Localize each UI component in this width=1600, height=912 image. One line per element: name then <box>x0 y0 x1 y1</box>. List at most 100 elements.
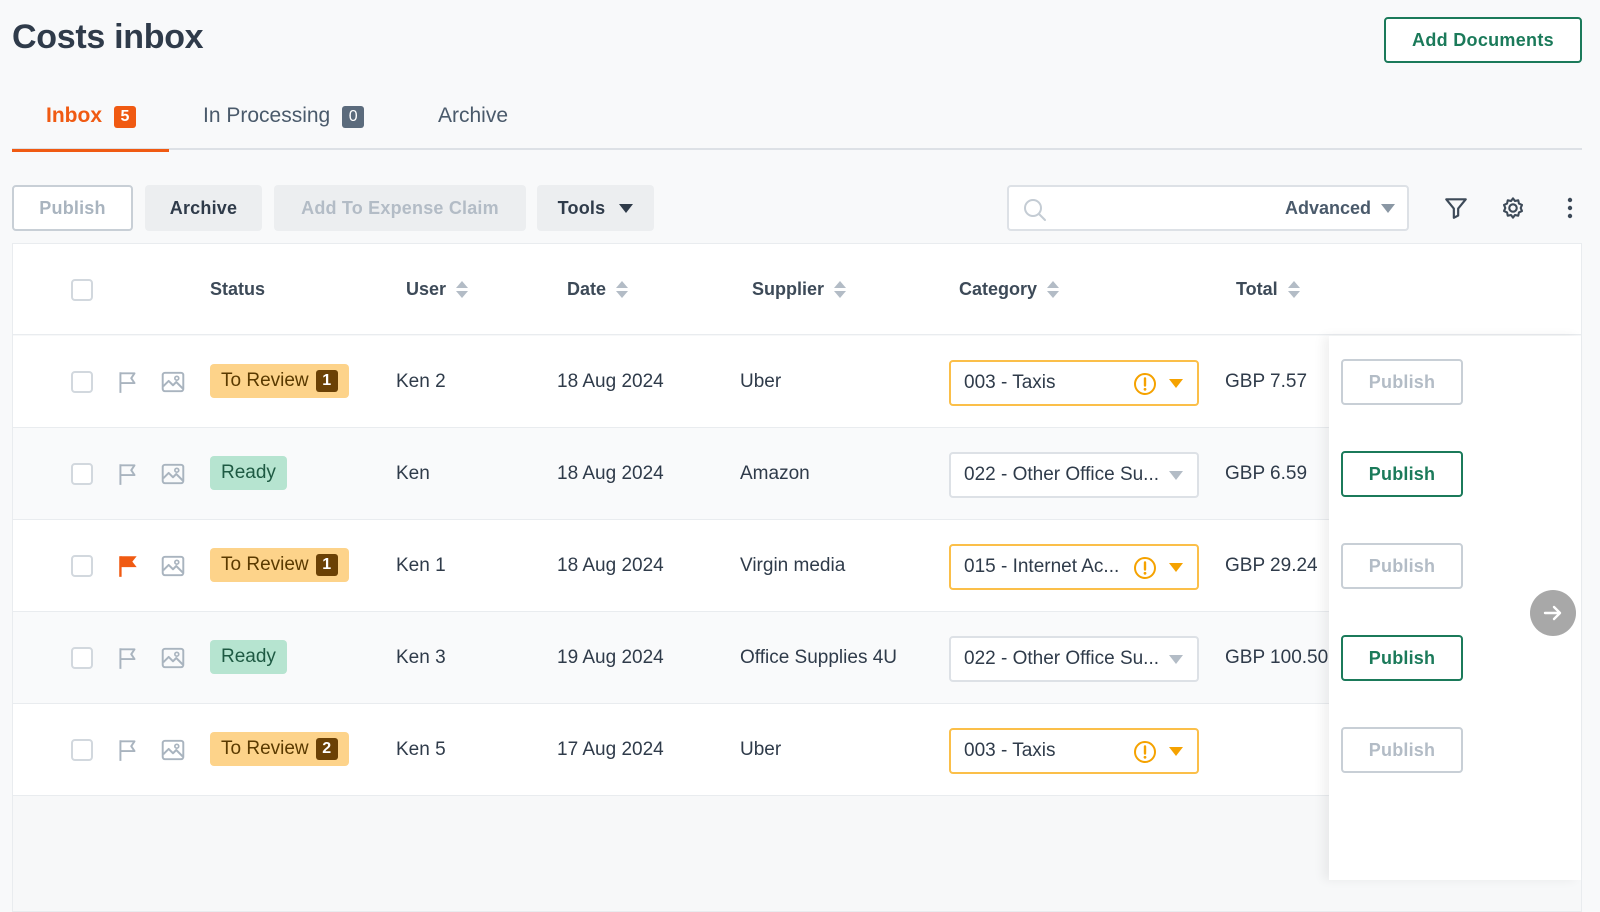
gear-icon[interactable] <box>1499 194 1527 222</box>
column-header-status: Status <box>210 279 266 299</box>
chevron-down-icon <box>1381 203 1395 213</box>
search-input[interactable] <box>1055 193 1255 223</box>
bulk-publish-button[interactable]: Publish <box>12 185 133 231</box>
row-checkbox[interactable] <box>71 555 93 577</box>
advanced-search-dropdown[interactable]: Advanced <box>1285 187 1395 229</box>
warning-circle-icon <box>1133 372 1157 396</box>
total-cell: GBP 29.24 <box>1225 555 1318 576</box>
row-publish-button[interactable]: Publish <box>1341 635 1463 681</box>
flag-icon[interactable] <box>115 461 141 487</box>
category-select[interactable]: 022 - Other Office Su... <box>949 636 1199 682</box>
sort-icon <box>1047 281 1060 298</box>
row-publish-button[interactable]: Publish <box>1341 727 1463 773</box>
category-value: 022 - Other Office Su... <box>964 648 1160 669</box>
user-cell: Ken 3 <box>396 647 446 668</box>
row-publish-button[interactable]: Publish <box>1341 359 1463 405</box>
category-value: 022 - Other Office Su... <box>964 464 1160 485</box>
chevron-down-icon <box>619 203 634 213</box>
status-badge: To Review 2 <box>210 732 349 766</box>
search-icon <box>1024 199 1046 221</box>
date-cell: 18 Aug 2024 <box>557 555 664 576</box>
column-header-total[interactable]: Total <box>1236 244 1300 335</box>
image-icon[interactable] <box>160 737 186 763</box>
chevron-down-icon <box>1169 655 1183 664</box>
total-cell: GBP 6.59 <box>1225 463 1308 484</box>
tab-inbox-label: Inbox <box>46 104 102 127</box>
column-header-user[interactable]: User <box>406 244 469 335</box>
user-cell: Ken 5 <box>396 739 446 760</box>
image-icon[interactable] <box>160 461 186 487</box>
select-all-checkbox[interactable] <box>71 279 93 301</box>
status-badge: Ready <box>210 640 287 674</box>
user-cell: Ken <box>396 463 430 484</box>
flag-icon[interactable] <box>115 553 141 579</box>
category-select[interactable]: 022 - Other Office Su... <box>949 452 1199 498</box>
sort-icon <box>834 281 847 298</box>
row-checkbox[interactable] <box>71 647 93 669</box>
total-cell: GBP 7.57 <box>1225 371 1308 392</box>
user-cell: Ken 1 <box>396 555 446 576</box>
costs-table: Status User Date Supplier Category Total… <box>12 243 1582 912</box>
image-icon[interactable] <box>160 369 186 395</box>
chevron-down-icon <box>1169 379 1183 388</box>
status-label: To Review <box>221 554 309 575</box>
warning-circle-icon <box>1133 556 1157 580</box>
row-checkbox[interactable] <box>71 371 93 393</box>
category-value: 003 - Taxis <box>964 372 1056 393</box>
status-badge: To Review 1 <box>210 364 349 398</box>
category-value: 015 - Internet Ac... <box>964 556 1120 577</box>
tab-in-processing[interactable]: In Processing 0 <box>203 104 365 150</box>
status-label: To Review <box>221 738 309 759</box>
bulk-archive-button[interactable]: Archive <box>145 185 262 231</box>
date-cell: 19 Aug 2024 <box>557 647 664 668</box>
row-publish-button[interactable]: Publish <box>1341 451 1463 497</box>
status-count: 1 <box>315 370 338 392</box>
row-publish-button[interactable]: Publish <box>1341 543 1463 589</box>
image-icon[interactable] <box>160 553 186 579</box>
status-label: Ready <box>221 646 276 667</box>
tools-dropdown-button[interactable]: Tools <box>537 185 654 231</box>
image-icon[interactable] <box>160 645 186 671</box>
column-header-category[interactable]: Category <box>959 244 1060 335</box>
date-cell: 18 Aug 2024 <box>557 463 664 484</box>
status-label: To Review <box>221 370 309 391</box>
row-checkbox[interactable] <box>71 739 93 761</box>
add-documents-button[interactable]: Add Documents <box>1384 17 1582 63</box>
chevron-down-icon <box>1169 563 1183 572</box>
supplier-cell: Amazon <box>740 463 810 484</box>
scroll-right-button[interactable] <box>1530 590 1576 636</box>
tab-archive-label: Archive <box>438 104 509 127</box>
flag-icon[interactable] <box>115 737 141 763</box>
sort-icon <box>616 281 629 298</box>
column-header-supplier[interactable]: Supplier <box>752 244 847 335</box>
tab-in-processing-label: In Processing <box>203 104 331 127</box>
flag-icon[interactable] <box>115 645 141 671</box>
tab-inbox[interactable]: Inbox 5 <box>12 104 169 152</box>
status-label: Ready <box>221 462 276 483</box>
category-value: 003 - Taxis <box>964 740 1056 761</box>
search-box: Advanced <box>1007 185 1409 231</box>
supplier-cell: Virgin media <box>740 555 846 576</box>
date-cell: 18 Aug 2024 <box>557 371 664 392</box>
more-vertical-icon[interactable] <box>1556 194 1584 222</box>
add-to-expense-claim-button[interactable]: Add To Expense Claim <box>274 185 526 231</box>
filter-icon[interactable] <box>1442 194 1470 222</box>
supplier-cell: Uber <box>740 371 782 392</box>
supplier-cell: Office Supplies 4U <box>740 647 898 668</box>
advanced-label: Advanced <box>1284 197 1371 218</box>
user-cell: Ken 2 <box>396 371 446 392</box>
toolbar: Publish Archive Add To Expense Claim Too… <box>12 185 1582 231</box>
tab-in-processing-count-badge: 0 <box>342 106 365 128</box>
supplier-cell: Uber <box>740 739 782 760</box>
category-select[interactable]: 003 - Taxis <box>949 728 1199 774</box>
page-title: Costs inbox <box>12 18 204 56</box>
category-select[interactable]: 015 - Internet Ac... <box>949 544 1199 590</box>
tab-archive[interactable]: Archive <box>438 104 508 150</box>
status-count: 2 <box>315 738 338 760</box>
status-count: 1 <box>315 554 338 576</box>
row-checkbox[interactable] <box>71 463 93 485</box>
column-header-date[interactable]: Date <box>567 244 629 335</box>
flag-icon[interactable] <box>115 369 141 395</box>
category-select[interactable]: 003 - Taxis <box>949 360 1199 406</box>
status-badge: To Review 1 <box>210 548 349 582</box>
